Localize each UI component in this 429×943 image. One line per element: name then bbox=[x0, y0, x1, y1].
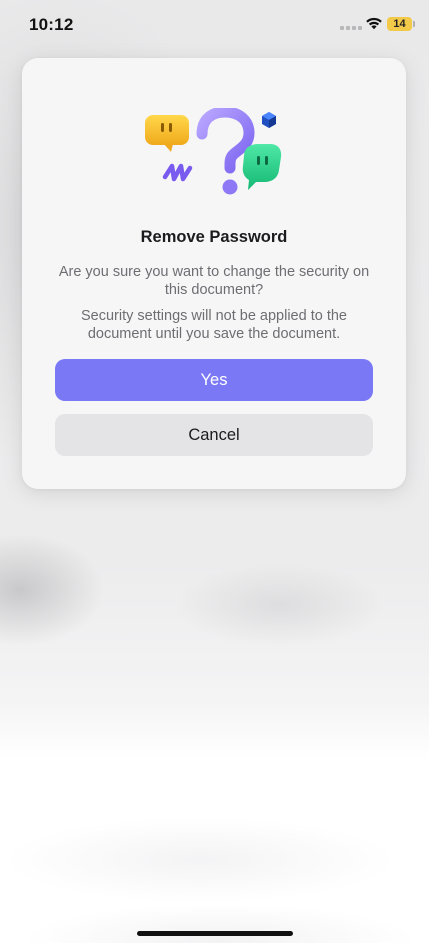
wifi-icon bbox=[366, 17, 382, 30]
security-question-illustration bbox=[145, 108, 282, 195]
dialog-title: Remove Password bbox=[140, 228, 288, 246]
home-indicator[interactable] bbox=[137, 931, 293, 936]
dialog-detail: Security settings will not be applied to… bbox=[81, 308, 347, 342]
blue-cube-icon bbox=[262, 112, 276, 128]
signal-icon bbox=[340, 26, 362, 30]
green-chat-bubble-icon bbox=[242, 144, 282, 190]
yellow-chat-bubble-icon bbox=[145, 115, 189, 152]
blurred-background-lower bbox=[0, 720, 429, 943]
battery-tip bbox=[413, 21, 415, 27]
status-time: 10:12 bbox=[29, 15, 74, 34]
status-bar: 10:12 14 bbox=[0, 0, 429, 50]
yes-button[interactable]: Yes bbox=[55, 359, 373, 401]
remove-password-dialog: Remove Password Are you sure you want to… bbox=[22, 58, 406, 489]
dialog-message: Are you sure you want to change the secu… bbox=[58, 264, 370, 298]
battery-icon: 14 bbox=[387, 17, 412, 31]
purple-squiggle-icon bbox=[162, 163, 193, 182]
cancel-button[interactable]: Cancel bbox=[55, 414, 373, 456]
question-mark-icon bbox=[196, 108, 255, 195]
